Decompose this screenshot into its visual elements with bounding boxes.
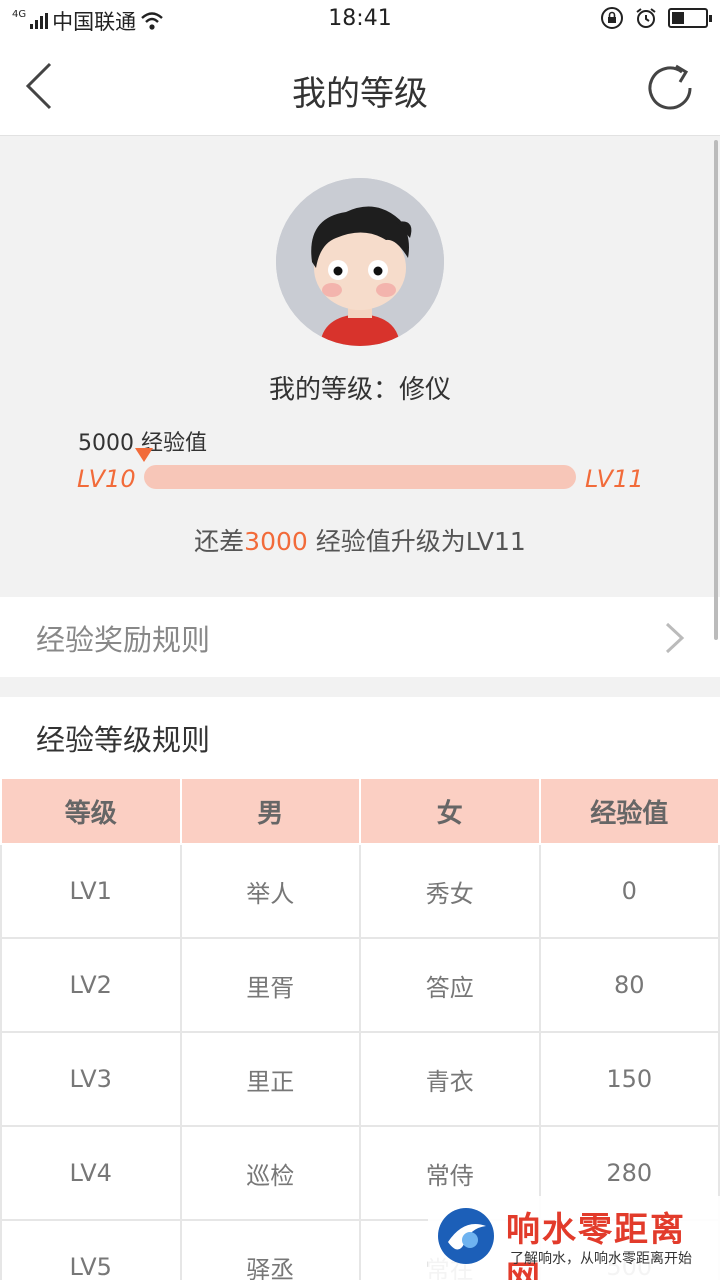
table-cell: LV2 xyxy=(0,937,182,1033)
remaining-prefix: 还差 xyxy=(194,527,245,556)
remaining-suffix: 经验值升级为LV11 xyxy=(307,527,526,556)
rotation-lock-icon xyxy=(601,7,623,29)
battery-icon xyxy=(668,8,712,28)
table-row: LV3 里正 青衣 150 xyxy=(0,1031,720,1127)
progress-marker-icon xyxy=(135,448,153,462)
table-cell: LV5 xyxy=(0,1219,182,1280)
table-cell: 0 xyxy=(538,843,720,939)
table-cell: 举人 xyxy=(179,843,361,939)
table-cell: 巡检 xyxy=(179,1125,361,1221)
watermark-title: 响水零距离网 xyxy=(506,1210,686,1280)
nav-bar: 我的等级 xyxy=(0,38,720,136)
watermark-subtitle: 了解响水，从响水零距离开始 xyxy=(510,1251,692,1267)
level-rules-section: 经验等级规则 等级 男 女 经验值 LV1 举人 秀女 0 LV2 里胥 答应 … xyxy=(0,697,720,1280)
alarm-icon xyxy=(636,8,656,28)
table-header-female: 女 xyxy=(359,777,541,845)
exp-reward-rules-label: 经验奖励规则 xyxy=(36,623,211,657)
table-cell: LV1 xyxy=(0,843,182,939)
refresh-button[interactable] xyxy=(642,58,702,118)
table-header-row: 等级 男 女 经验值 xyxy=(0,777,720,845)
status-bar: 4G 中国联通 18:41 xyxy=(0,0,720,38)
table-header-exp: 经验值 xyxy=(538,777,720,845)
exp-reward-rules-link[interactable]: 经验奖励规则 xyxy=(0,597,720,677)
level-progress-bar xyxy=(144,465,576,489)
table-cell: 150 xyxy=(538,1031,720,1127)
scrollbar[interactable] xyxy=(714,140,718,640)
table-cell: LV3 xyxy=(0,1031,182,1127)
table-cell: 青衣 xyxy=(359,1031,541,1127)
page-title: 我的等级 xyxy=(292,74,428,114)
table-header-level: 等级 xyxy=(0,777,182,845)
next-level-label: LV11 xyxy=(585,465,644,493)
status-right xyxy=(600,6,712,30)
table-row: LV1 举人 秀女 0 xyxy=(0,843,720,939)
table-cell: 80 xyxy=(538,937,720,1033)
table-cell: 里正 xyxy=(179,1031,361,1127)
watermark-logo-icon xyxy=(438,1208,494,1264)
table-cell: 驿丞 xyxy=(179,1219,361,1280)
table-row: LV2 里胥 答应 80 xyxy=(0,937,720,1033)
remaining-exp-value: 3000 xyxy=(244,527,308,556)
avatar[interactable] xyxy=(276,178,444,346)
table-cell: 答应 xyxy=(359,937,541,1033)
avatar-cartoon-icon xyxy=(276,178,444,346)
table-cell: 里胥 xyxy=(179,937,361,1033)
watermark: 响水零距离网 了解响水，从响水零距离开始 xyxy=(428,1196,720,1280)
level-title-text: 我的等级：修仪 xyxy=(268,375,451,405)
level-rules-title: 经验等级规则 xyxy=(36,723,211,757)
table-cell: LV4 xyxy=(0,1125,182,1221)
table-cell: 秀女 xyxy=(359,843,541,939)
chevron-right-icon xyxy=(665,622,685,654)
current-level-label: LV10 xyxy=(77,465,136,493)
table-header-male: 男 xyxy=(179,777,361,845)
profile-section: 我的等级：修仪 5000 经验值 LV10 LV11 还差3000 经验值升级为… xyxy=(0,137,720,597)
remaining-exp-text: 还差3000 经验值升级为LV11 xyxy=(0,522,720,558)
